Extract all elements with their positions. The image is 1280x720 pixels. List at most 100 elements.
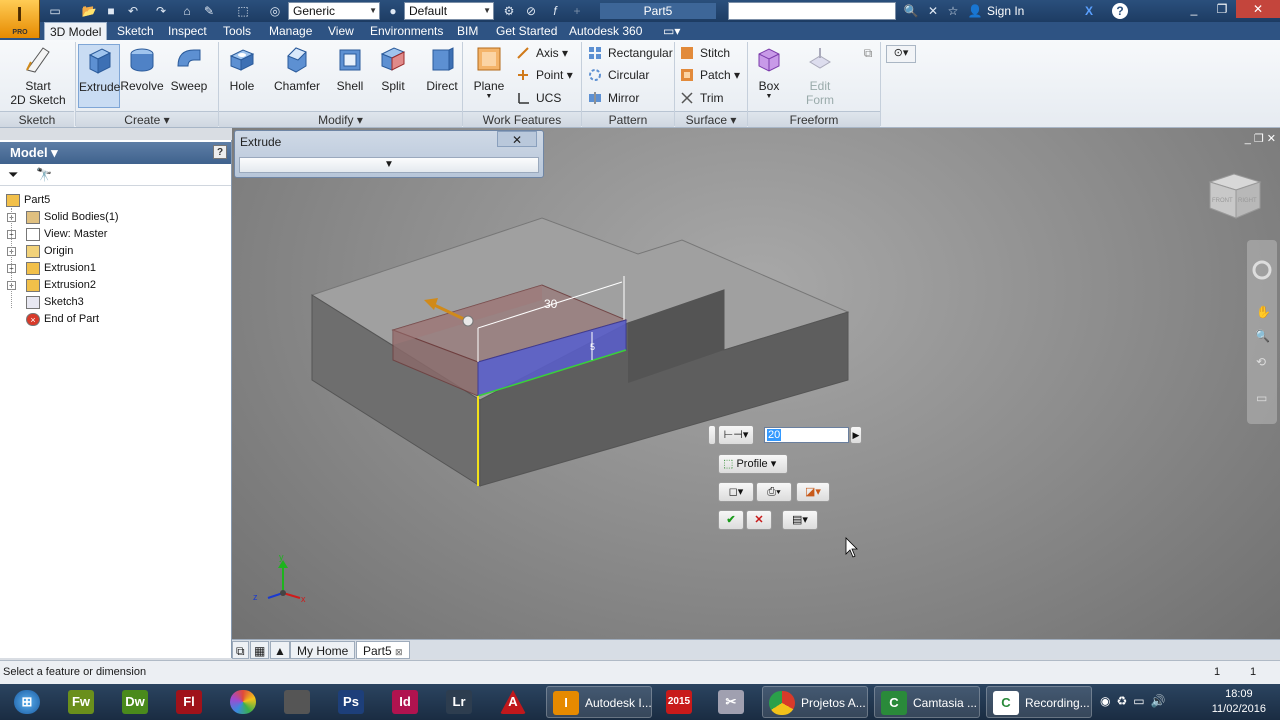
ribbon-extra-button[interactable]: ⧉: [858, 46, 878, 61]
taskbar-app[interactable]: Lr: [434, 686, 486, 718]
task-solidworks[interactable]: 2015: [654, 686, 706, 718]
tab-tools[interactable]: Tools: [218, 22, 256, 40]
circular-pattern-button[interactable]: Circular: [586, 66, 649, 84]
taskbar-app[interactable]: Fl: [164, 686, 216, 718]
new-icon[interactable]: ▭: [46, 3, 64, 19]
taskbar-app[interactable]: Ps: [326, 686, 378, 718]
tab-autodesk-360[interactable]: Autodesk 360: [564, 22, 647, 40]
viewport-window-controls[interactable]: _ ❐ ✕: [1245, 132, 1276, 145]
task-tool[interactable]: ✂: [706, 686, 758, 718]
patch-button[interactable]: Patch ▾: [678, 66, 740, 84]
tab-environments[interactable]: Environments: [365, 22, 448, 40]
taskbar-app[interactable]: Id: [380, 686, 432, 718]
output-solid-dropdown[interactable]: ◻▾: [718, 482, 754, 502]
panel-modify-label[interactable]: Modify ▾: [219, 111, 462, 127]
tab-sketch[interactable]: Sketch: [112, 22, 159, 40]
plane-button[interactable]: Plane ▼: [470, 44, 508, 100]
dimension-length-text[interactable]: 30: [544, 297, 558, 311]
start-button[interactable]: ⊞: [2, 686, 54, 718]
taskbar-app[interactable]: Dw: [110, 686, 162, 718]
mini-toolbar-options-dropdown[interactable]: ▤▾: [782, 510, 818, 530]
extrude-button[interactable]: Extrude: [78, 44, 120, 108]
open-icon[interactable]: 📂: [80, 3, 98, 19]
direction-dropdown[interactable]: ◪▾: [796, 482, 830, 502]
ribbon-options-dropdown[interactable]: ⊙▾: [886, 45, 916, 63]
task-recording[interactable]: C Recording...: [986, 686, 1092, 718]
tab-my-home[interactable]: My Home: [290, 641, 356, 659]
taskbar-app[interactable]: [218, 686, 270, 718]
ucs-button[interactable]: UCS: [514, 89, 561, 107]
dimension-depth-text[interactable]: 5: [590, 342, 595, 352]
exchange-icon[interactable]: X: [1080, 3, 1098, 19]
revolve-button[interactable]: Revolve: [120, 44, 164, 93]
communication-icon[interactable]: ✕: [924, 3, 942, 19]
clear-icon[interactable]: ⊘: [522, 3, 540, 19]
direct-button[interactable]: Direct: [424, 44, 460, 93]
split-button[interactable]: Split: [376, 44, 410, 93]
hole-button[interactable]: Hole: [222, 44, 262, 93]
ok-button[interactable]: ✔: [718, 510, 744, 530]
panel-create-label[interactable]: Create ▾: [76, 111, 218, 127]
operation-join-dropdown[interactable]: ⎙▾: [756, 482, 792, 502]
undo-icon[interactable]: ↶: [124, 3, 142, 19]
browser-help-icon[interactable]: ?: [213, 145, 227, 159]
browser-header[interactable]: Model ▾ ?: [0, 142, 231, 164]
project-icon[interactable]: ✎: [200, 3, 218, 19]
tab-manage[interactable]: Manage: [264, 22, 317, 40]
panel-surface-label[interactable]: Surface ▾: [675, 111, 747, 127]
mini-toolbar-grip[interactable]: [708, 425, 716, 445]
box-button[interactable]: Box ▼: [752, 44, 786, 100]
home-icon[interactable]: ⌂: [178, 3, 196, 19]
trim-button[interactable]: Trim: [678, 89, 724, 107]
point-button[interactable]: Point ▾: [514, 66, 573, 84]
restore-button[interactable]: ❐: [1208, 0, 1236, 18]
binoculars-icon[interactable]: 🔍: [902, 3, 920, 19]
star-icon[interactable]: ☆: [944, 3, 962, 19]
tab-part5[interactable]: Part5 ⊠: [356, 641, 410, 659]
app-logo[interactable]: I PRO: [0, 0, 40, 38]
task-camtasia[interactable]: C Camtasia ...: [874, 686, 980, 718]
tab-get-started[interactable]: Get Started: [491, 22, 562, 40]
chamfer-button[interactable]: Chamfer: [270, 44, 324, 93]
extrude-close-button[interactable]: ✕: [497, 131, 537, 147]
distance-input[interactable]: 20: [764, 427, 849, 443]
material-dropdown[interactable]: Generic ▼: [288, 2, 380, 20]
tile-windows-icon[interactable]: ⧉: [232, 641, 249, 659]
cancel-button[interactable]: ✕: [746, 510, 772, 530]
extrude-expand-button[interactable]: ▼: [239, 157, 539, 173]
plus-icon[interactable]: +: [568, 3, 586, 19]
search-input[interactable]: [728, 2, 896, 20]
tab-inspect[interactable]: Inspect: [163, 22, 212, 40]
profile-button[interactable]: ⬚ Profile ▾: [718, 454, 788, 474]
distance-type-dropdown[interactable]: ⊢⊣▾: [718, 425, 754, 445]
tab-list-icon[interactable]: ▲: [270, 641, 290, 659]
adjust-icon[interactable]: ⚙: [500, 3, 518, 19]
stitch-button[interactable]: Stitch: [678, 44, 730, 62]
model-canvas[interactable]: 30 5 y x z FRONT RIGHT ✋ 🔍 ⟲ ▭: [232, 128, 1280, 658]
distance-arrow-button[interactable]: ▶: [850, 426, 862, 444]
cascade-windows-icon[interactable]: ▦: [250, 641, 270, 659]
help-icon[interactable]: ?: [1112, 3, 1128, 19]
viewcube[interactable]: FRONT RIGHT: [1208, 173, 1262, 219]
axis-button[interactable]: Axis ▾: [514, 44, 568, 62]
signin-link[interactable]: Sign In: [987, 4, 1024, 18]
tab-bim[interactable]: BIM: [452, 22, 483, 40]
shell-button[interactable]: Shell: [332, 44, 368, 93]
clock[interactable]: 18:09 11/02/2016: [1212, 687, 1266, 717]
rectangular-pattern-button[interactable]: Rectangular: [586, 44, 673, 62]
graphics-viewport[interactable]: 30 5 y x z FRONT RIGHT ✋ 🔍 ⟲ ▭ _ ❐ ✕: [232, 128, 1280, 658]
fx-icon[interactable]: f: [546, 3, 564, 19]
tab-3d-model[interactable]: 3D Model: [44, 22, 108, 40]
select-icon[interactable]: ⬚: [234, 3, 252, 19]
find-icon[interactable]: 🔭: [36, 167, 52, 183]
tab-close-icon[interactable]: ⊠: [395, 647, 403, 657]
taskbar-app[interactable]: [272, 686, 324, 718]
tray-icons[interactable]: ◉♻▭🔊: [1100, 694, 1172, 708]
ribbon-options-icon[interactable]: ▭▾: [658, 22, 685, 40]
task-chrome[interactable]: Projetos A...: [762, 686, 868, 718]
box-dropdown-icon[interactable]: ▼: [752, 93, 786, 100]
save-icon[interactable]: ■: [102, 3, 120, 19]
redo-icon[interactable]: ↷: [152, 3, 170, 19]
task-autodesk-inventor[interactable]: I Autodesk I...: [546, 686, 652, 718]
close-button[interactable]: ✕: [1236, 0, 1280, 18]
